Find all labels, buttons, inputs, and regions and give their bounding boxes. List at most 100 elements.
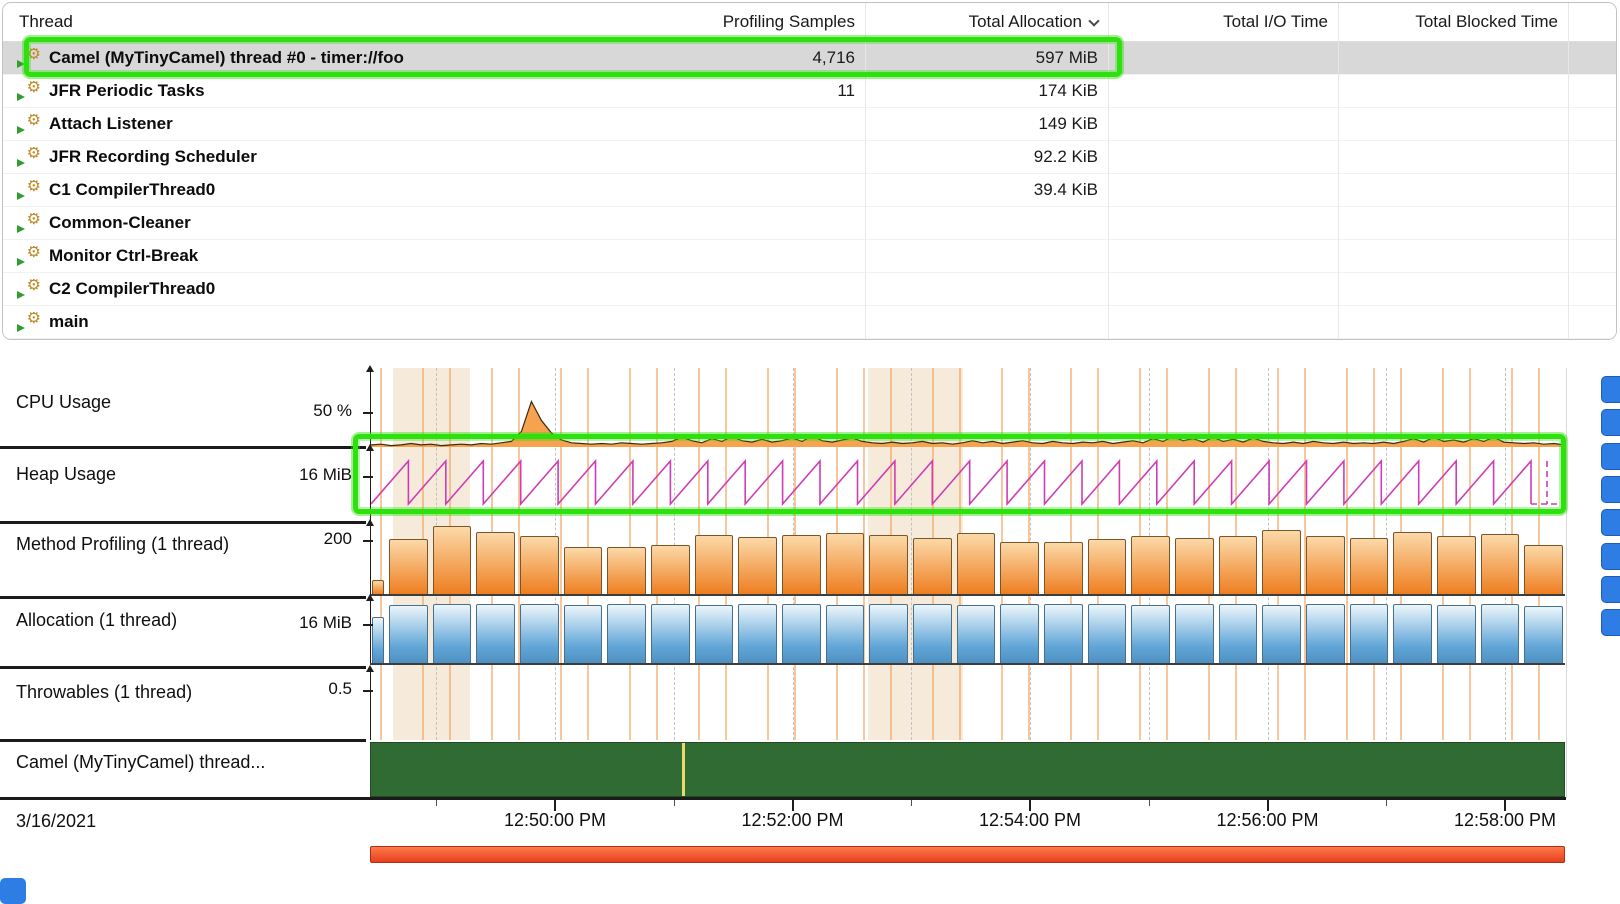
allocation-bar <box>389 605 428 663</box>
profiler-threads-view: Thread Profiling Samples Total Allocatio… <box>0 0 1620 904</box>
minor-time-tick <box>1149 799 1150 806</box>
axis-value-throwables: 0.5 <box>240 679 352 699</box>
time-label: 12:56:00 PM <box>1158 810 1378 831</box>
allocation-bar <box>869 604 908 663</box>
total-allocation-value: 597 MiB <box>865 48 1108 68</box>
chart-panel-button[interactable] <box>1601 509 1620 536</box>
minor-time-tick <box>1386 799 1387 806</box>
allocation-chart[interactable] <box>371 597 1564 663</box>
thread-table-header-row: Thread Profiling Samples Total Allocatio… <box>3 3 1616 42</box>
allocation-bar <box>520 604 559 663</box>
y-axis-tick <box>363 690 373 692</box>
thread-row[interactable]: ⚙ Common-Cleaner <box>3 207 1616 240</box>
running-arrow-icon <box>17 93 25 101</box>
total-allocation-value: 92.2 KiB <box>865 147 1108 167</box>
chart-panel-button[interactable] <box>1601 443 1620 470</box>
y-axis-allocation <box>370 601 371 663</box>
method-bar <box>869 535 908 594</box>
thread-cell: ⚙ Attach Listener <box>3 114 648 134</box>
throwables-chart[interactable] <box>370 668 1565 740</box>
method-bar <box>651 545 690 594</box>
chart-panel-button[interactable] <box>1601 576 1620 603</box>
thread-row[interactable]: ⚙ main <box>3 306 1616 339</box>
thread-row[interactable]: ⚙ Attach Listener 149 KiB <box>3 108 1616 141</box>
thread-event-marker <box>682 743 685 796</box>
timeline-range-scrollbar[interactable] <box>370 846 1565 863</box>
method-bar <box>826 533 865 594</box>
allocation-bar <box>826 605 865 663</box>
thread-row[interactable]: ⚙ JFR Periodic Tasks 11 174 KiB <box>3 75 1616 108</box>
heap-usage-chart[interactable] <box>371 449 1564 522</box>
column-header-total-blocked-time[interactable]: Total Blocked Time <box>1338 12 1568 32</box>
row-label-method-profiling: Method Profiling (1 thread) <box>16 534 229 555</box>
profiling-samples-value: 11 <box>648 81 865 101</box>
corner-app-icon[interactable] <box>0 878 26 904</box>
gear-icon: ⚙ <box>27 246 41 262</box>
method-profiling-chart[interactable] <box>371 522 1564 594</box>
chart-panel-button[interactable] <box>1601 409 1620 436</box>
y-axis-cpu <box>370 372 371 447</box>
thread-row[interactable]: ⚙ C1 CompilerThread0 39.4 KiB <box>3 174 1616 207</box>
chart-panel-button[interactable] <box>1601 476 1620 503</box>
thread-row[interactable]: ⚙ JFR Recording Scheduler 92.2 KiB <box>3 141 1616 174</box>
column-header-total-allocation[interactable]: Total Allocation <box>865 12 1108 32</box>
column-header-thread[interactable]: Thread <box>3 12 648 32</box>
time-label: 12:58:00 PM <box>1395 810 1568 831</box>
chart-panel-button[interactable] <box>1601 543 1620 570</box>
method-bar <box>389 539 428 594</box>
method-bar <box>1437 536 1476 594</box>
allocation-bar-partial <box>372 617 384 663</box>
allocation-bar <box>564 605 603 663</box>
row-label-cpu-usage: CPU Usage <box>16 392 111 413</box>
label-divider <box>0 739 366 742</box>
axis-value-method: 200 <box>240 529 352 549</box>
heap-dashed-tail <box>1531 461 1564 504</box>
method-bar <box>1175 538 1214 594</box>
thread-name: Attach Listener <box>49 114 173 134</box>
row-label-throwables: Throwables (1 thread) <box>16 682 192 703</box>
minor-time-tick <box>674 799 675 806</box>
allocation-bar <box>1481 604 1520 663</box>
method-bar <box>1350 538 1389 594</box>
running-arrow-icon <box>17 60 25 68</box>
thread-row[interactable]: ⚙ C2 CompilerThread0 <box>3 273 1616 306</box>
running-arrow-icon <box>17 192 25 200</box>
allocation-bar <box>1175 604 1214 663</box>
running-arrow-icon <box>17 291 25 299</box>
allocation-bar <box>1306 604 1345 663</box>
cpu-usage-chart[interactable] <box>371 368 1564 447</box>
thread-cell: ⚙ main <box>3 312 648 332</box>
cpu-area <box>371 402 1564 448</box>
thread-activity-band[interactable] <box>370 742 1565 797</box>
allocation-bar <box>1437 605 1476 663</box>
thread-name: JFR Periodic Tasks <box>49 81 205 101</box>
label-divider <box>0 666 366 669</box>
allocation-bar <box>607 604 646 663</box>
thread-cell: ⚙ C2 CompilerThread0 <box>3 279 648 299</box>
thread-cell: ⚙ C1 CompilerThread0 <box>3 180 648 200</box>
method-bar <box>1524 545 1563 594</box>
allocation-bar <box>1044 604 1083 663</box>
minor-time-tick <box>436 799 437 806</box>
method-bar <box>1131 536 1170 594</box>
method-bar <box>957 533 996 594</box>
column-header-total-io-time[interactable]: Total I/O Time <box>1108 12 1338 32</box>
thread-row[interactable]: ⚙ Camel (MyTinyCamel) thread #0 - timer:… <box>3 42 1616 75</box>
chart-panel-button[interactable] <box>1601 376 1620 403</box>
time-axis-line <box>0 797 1566 800</box>
allocation-bar <box>1524 606 1563 663</box>
column-divider <box>1338 3 1339 339</box>
total-allocation-value: 174 KiB <box>865 81 1108 101</box>
column-header-profiling-samples[interactable]: Profiling Samples <box>648 12 865 32</box>
sort-descending-icon <box>1088 15 1099 26</box>
method-bar <box>738 537 777 594</box>
plot-right-edge <box>1566 368 1567 798</box>
method-bar <box>1481 534 1520 594</box>
allocation-bar <box>476 604 515 663</box>
thread-name: C1 CompilerThread0 <box>49 180 215 200</box>
chart-panel-button[interactable] <box>1601 609 1620 636</box>
thread-row[interactable]: ⚙ Monitor Ctrl-Break <box>3 240 1616 273</box>
allocation-bar <box>1088 604 1127 663</box>
minor-time-tick <box>911 799 912 806</box>
running-arrow-icon <box>17 258 25 266</box>
